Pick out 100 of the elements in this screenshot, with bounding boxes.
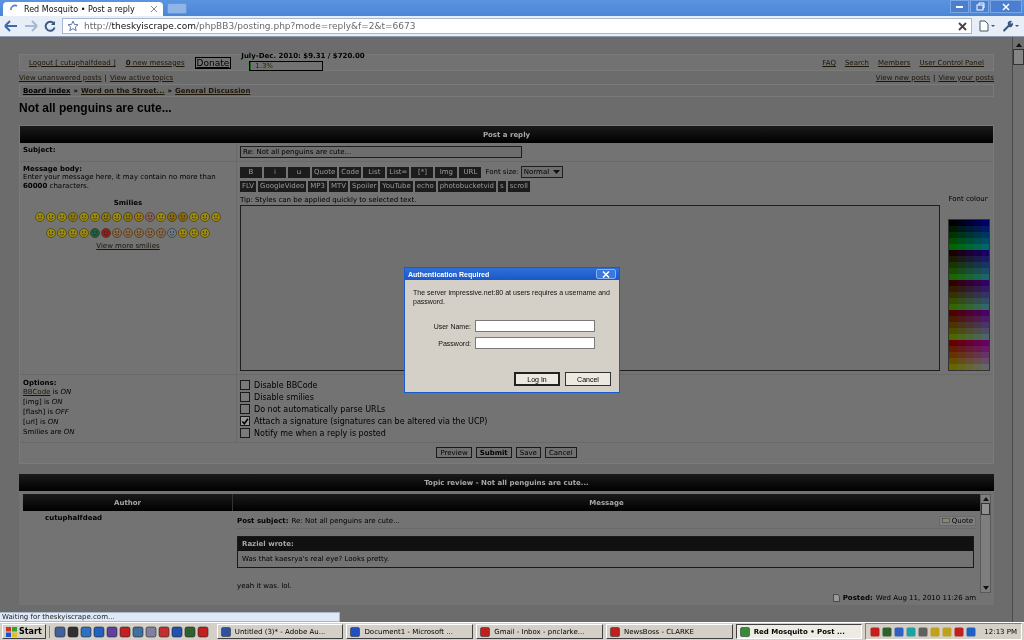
close-button[interactable] [596, 269, 616, 279]
quick-launch-icon [157, 625, 170, 638]
forward-arrow-icon [24, 20, 38, 32]
tray-icon [918, 626, 929, 637]
smiley-icon [101, 227, 111, 238]
smiley-icon [46, 211, 56, 222]
dropdown-arrow-icon [553, 170, 561, 174]
checkbox-label: Attach a signature (signatures can be altered via the UCP) [254, 416, 488, 426]
smiley-icon [46, 227, 56, 238]
restore-button[interactable] [970, 0, 989, 13]
topic-title: Not all penguins are cute... [19, 101, 173, 115]
smiley-icon [200, 227, 210, 238]
quick-launch-icon [131, 625, 144, 638]
scrollbar-thumb[interactable] [1013, 49, 1024, 65]
scrollbar-thumb[interactable] [981, 503, 990, 515]
quick-launch-icon [118, 625, 131, 638]
tray-icon [906, 626, 917, 637]
smiley-icon [57, 211, 67, 222]
minimize-icon [956, 5, 963, 8]
scrollbar[interactable] [1012, 37, 1024, 622]
quick-launch-icon [105, 625, 118, 638]
smiley-icon [112, 227, 122, 238]
stop-icon [958, 21, 967, 31]
checkbox-label: Disable BBCode [254, 380, 318, 390]
minimize-button[interactable] [950, 0, 969, 13]
checkbox[interactable] [240, 404, 250, 414]
close-button[interactable] [990, 0, 1022, 13]
quick-launch-icon [66, 625, 79, 638]
smiley-icon [134, 227, 144, 238]
address-bar[interactable]: http://theskyiscrape.com/phpBB3/posting.php?mode=reply&f=2&t=6673 [62, 18, 972, 34]
smiley-icon [134, 211, 144, 222]
checkbox[interactable] [240, 392, 250, 402]
up-arrow-icon [982, 497, 989, 501]
smiley-icon [90, 211, 100, 222]
windows-logo-icon [6, 626, 17, 637]
tray-icon [870, 626, 881, 637]
down-arrow-icon [982, 586, 989, 590]
smiley-icon [79, 227, 89, 238]
quick-launch-icon [53, 625, 66, 638]
quick-launch-icon [183, 625, 196, 638]
quick-launch-icon [144, 625, 157, 638]
app-icon [350, 626, 361, 637]
reload-icon [44, 20, 56, 32]
checkbox[interactable] [240, 428, 250, 438]
up-arrow-icon [1015, 43, 1022, 47]
post-icon [832, 594, 840, 602]
smiley-icon [35, 211, 45, 222]
tray-icon [942, 626, 953, 637]
smiley-icon [189, 211, 199, 222]
smiley-icon [178, 227, 188, 238]
smiley-icon [112, 211, 122, 222]
tray-icon [966, 626, 977, 637]
text-field[interactable] [475, 320, 595, 333]
back-arrow-icon [4, 20, 18, 32]
tray-icon [894, 626, 905, 637]
text-field[interactable] [475, 337, 595, 350]
donate-button[interactable]: Donate [194, 56, 232, 69]
smiley-icon [101, 211, 111, 222]
quick-launch-icon [79, 625, 92, 638]
checkbox-label: Disable smilies [254, 392, 314, 402]
close-icon [151, 6, 157, 12]
browser-tab[interactable]: Red Mosquito • Post a reply [3, 2, 163, 16]
quick-launch-icon [92, 625, 105, 638]
checkbox-label: Do not automatically parse URLs [254, 404, 386, 414]
smiley-icon [200, 211, 210, 222]
smiley-icon [156, 211, 166, 222]
close-icon [1000, 1, 1012, 12]
quick-launch-icon [170, 625, 183, 638]
tray-icon [930, 626, 941, 637]
smiley-icon [156, 227, 166, 238]
smiley-icon [68, 227, 78, 238]
smiley-icon [123, 211, 133, 222]
smiley-icon [79, 211, 89, 222]
wrench-icon [1002, 20, 1020, 32]
tray-icon [954, 626, 965, 637]
smiley-icon [178, 211, 188, 222]
app-icon [609, 626, 620, 637]
start-button[interactable]: Start [2, 624, 46, 639]
app-icon [739, 626, 750, 637]
smiley-icon [167, 211, 177, 222]
smiley-icon [189, 227, 199, 238]
checkbox[interactable] [240, 380, 250, 390]
smiley-icon [167, 227, 177, 238]
smiley-icon [90, 227, 100, 238]
app-icon [480, 626, 491, 637]
smiley-icon [145, 211, 155, 222]
smiley-icon [145, 227, 155, 238]
colour-palette[interactable] [948, 219, 990, 371]
quick-launch-icon [196, 625, 209, 638]
page-menu-icon [978, 20, 996, 32]
smiley-icon [211, 211, 221, 222]
checkbox[interactable] [240, 416, 250, 426]
star-icon [67, 20, 79, 32]
url-text: http://theskyiscrape.com/phpBB3/posting.php?mode=reply&f=2&t=6673 [84, 21, 417, 31]
smiley-icon [57, 227, 67, 238]
scrollbar[interactable] [980, 494, 991, 593]
smiley-icon [68, 211, 78, 222]
tray-icon [882, 626, 893, 637]
close-icon [602, 270, 610, 278]
restore-icon [973, 1, 986, 12]
